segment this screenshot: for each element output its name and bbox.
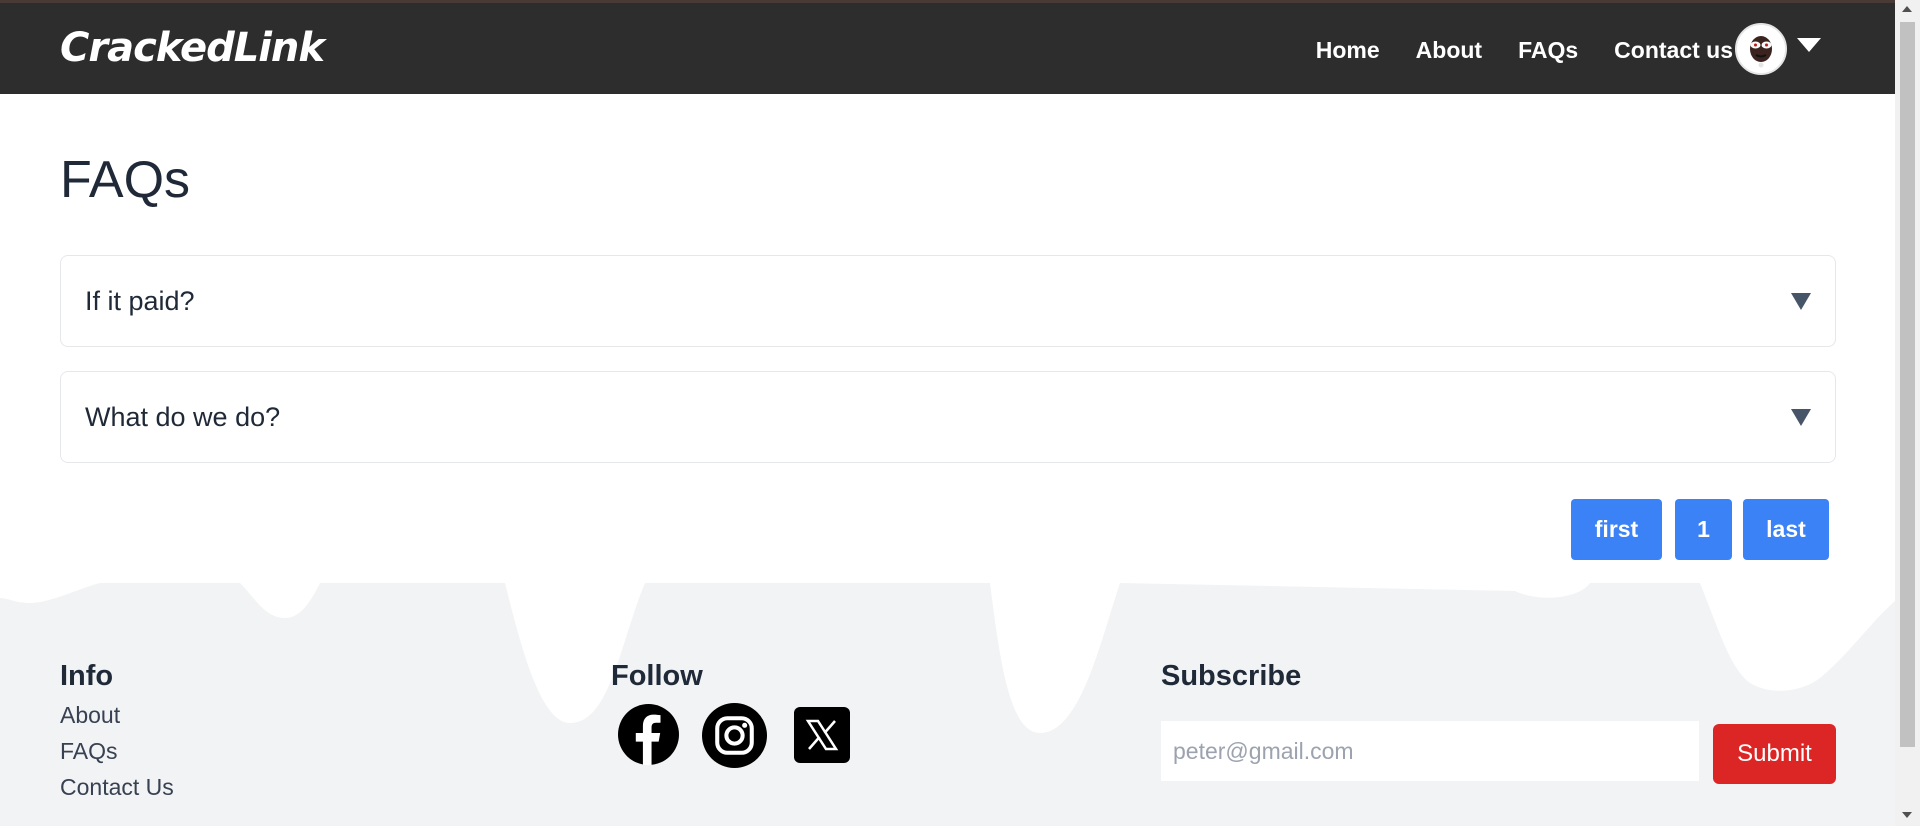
pagination-page-button[interactable]: 1 — [1675, 499, 1732, 560]
nav-home[interactable]: Home — [1316, 37, 1380, 64]
scroll-up-arrow[interactable] — [1902, 6, 1912, 12]
faq-question: What do we do? — [85, 402, 281, 432]
nav-links: Home About FAQs Contact us — [1316, 37, 1733, 64]
footer-drip-decoration — [0, 583, 1895, 733]
info-heading: Info — [60, 660, 114, 692]
top-navbar: CrackedLink Home About FAQs Contact us — [0, 0, 1895, 94]
x-twitter-icon[interactable] — [794, 707, 850, 768]
footer-link-about[interactable]: About — [60, 702, 120, 729]
triangle-down-icon[interactable] — [1791, 293, 1811, 310]
facebook-icon[interactable] — [618, 704, 679, 770]
chevron-down-icon — [1797, 38, 1821, 52]
faq-item[interactable]: If it paid? — [60, 255, 1836, 347]
brand-logo[interactable]: CrackedLink — [60, 25, 325, 71]
page-title: FAQs — [60, 151, 191, 209]
pagination-first-button[interactable]: first — [1571, 499, 1662, 560]
nav-about[interactable]: About — [1416, 37, 1482, 64]
scroll-thumb[interactable] — [1900, 22, 1915, 747]
subscribe-heading: Subscribe — [1161, 660, 1302, 692]
triangle-down-icon[interactable] — [1791, 409, 1811, 426]
faq-item[interactable]: What do we do? — [60, 371, 1836, 463]
nav-faqs[interactable]: FAQs — [1518, 37, 1578, 64]
follow-heading: Follow — [611, 660, 703, 692]
avatar-image — [1737, 25, 1785, 73]
footer-link-faqs[interactable]: FAQs — [60, 738, 118, 765]
footer-link-contact[interactable]: Contact Us — [60, 774, 174, 801]
scroll-down-arrow[interactable] — [1902, 812, 1912, 818]
email-field[interactable] — [1161, 721, 1699, 781]
user-menu-caret[interactable] — [1797, 38, 1821, 59]
vertical-scrollbar[interactable] — [1895, 0, 1920, 826]
nav-contact[interactable]: Contact us — [1614, 37, 1733, 64]
avatar[interactable] — [1735, 23, 1787, 75]
faq-question: If it paid? — [85, 286, 195, 316]
pagination-last-button[interactable]: last — [1743, 499, 1829, 560]
submit-button[interactable]: Submit — [1713, 724, 1836, 784]
instagram-icon[interactable] — [702, 703, 767, 773]
